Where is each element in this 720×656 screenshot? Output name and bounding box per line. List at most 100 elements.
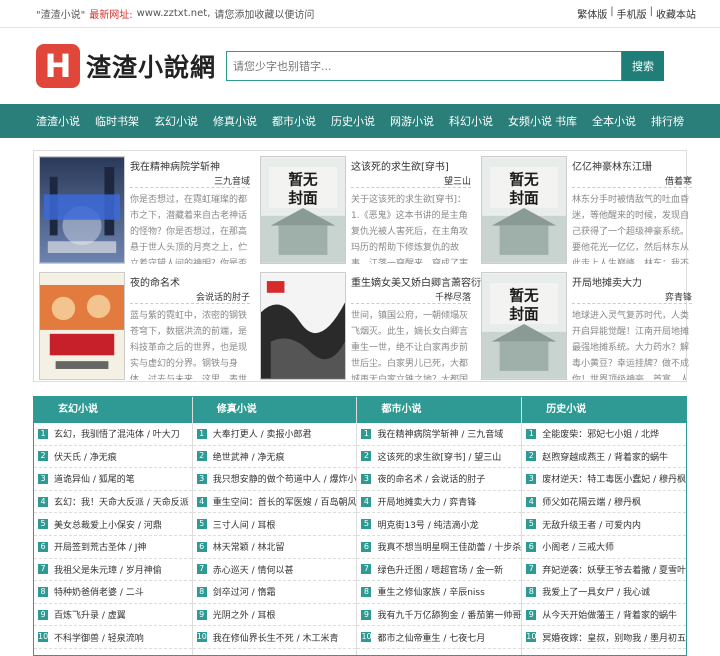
book-link[interactable]: 道诡异仙 / 狐尾的笔 <box>54 472 135 485</box>
list-item[interactable]: 11前世被顶替成不良人 / 天魔 / 八成 <box>357 649 521 655</box>
book-title[interactable]: 我在精神病院学斩神 <box>130 156 250 174</box>
featured-book[interactable]: 暂无 封面 开局地摊卖大力 弈青锋 地球进入灵气复苏时代，人类开启异能觉醒！江南开局地摊… <box>481 272 692 382</box>
book-link[interactable]: 大奉打更人 / 卖报小郎君 <box>213 427 312 440</box>
book-link[interactable]: 赤心巡天 / 情何以甚 <box>213 563 294 576</box>
book-title[interactable]: 开局地摊卖大力 <box>572 272 692 290</box>
book-link[interactable]: 三寸人间 / 耳根 <box>213 518 276 531</box>
book-link[interactable]: 弃妃逆袭：妖孽王爷去着撒 / 夏雪叶 <box>542 563 686 576</box>
list-item[interactable]: 6 林天常颖 / 林北留 <box>192 536 357 559</box>
book-link[interactable]: 夜的命名术 / 会说话的肘子 <box>377 472 485 485</box>
list-item[interactable]: 8 剑卒过河 / 惰霜 <box>192 581 357 604</box>
book-cover[interactable] <box>260 272 346 380</box>
list-item[interactable]: 5 美女总裁爱上小保安 / 河鼎 <box>34 513 192 536</box>
list-item[interactable]: 11怒日之王 / 灰糖 <box>193 649 357 655</box>
book-link[interactable]: 冥婚夜嫁：皇叔，别吻我 / 墨月初五 <box>542 631 686 644</box>
list-item[interactable]: 6 开局签到荒古圣体 / J神 <box>34 536 192 559</box>
book-link[interactable]: 都市之仙帝重生 / 七夜七月 <box>377 631 485 644</box>
nav-xiuzhen[interactable]: 修真小说 <box>213 113 257 129</box>
book-cover[interactable] <box>39 272 125 380</box>
book-title[interactable]: 夜的命名术 <box>130 272 250 290</box>
nav-complete[interactable]: 全本小说 <box>592 113 636 129</box>
list-item[interactable]: 10 不科学御兽 / 轻泉流响 <box>34 626 192 649</box>
list-item[interactable]: 6 小阁老 / 三戒大师 <box>522 536 686 559</box>
list-item[interactable]: 4 玄幻：我！天命大反派 / 天命反派 <box>34 491 192 514</box>
list-item[interactable]: 10 都市之仙帝重生 / 七夜七月 <box>357 626 522 649</box>
book-link[interactable]: 剑卒过河 / 惰霜 <box>213 585 276 598</box>
list-item[interactable]: 9 光阴之外 / 耳根 <box>192 604 357 627</box>
column-heading[interactable]: 修真小说 <box>192 397 357 423</box>
nav-kehuan[interactable]: 科幻小说 <box>449 113 493 129</box>
book-link[interactable]: 我只想安静的做个苟道中人 / 爆炸小 <box>213 472 357 485</box>
search-button[interactable]: 搜索 <box>622 51 665 81</box>
list-item[interactable]: 1 我在精神病院学斩神 / 三九音域 <box>357 423 522 446</box>
list-item[interactable]: 5 三寸人间 / 耳根 <box>192 513 357 536</box>
featured-book[interactable]: 我在精神病院学斩神 三九音域 你是否想过，在霓虹璀璨的都市之下，潜藏着来自古老神话的… <box>39 156 250 266</box>
book-link[interactable]: 光阴之外 / 耳根 <box>213 608 276 621</box>
list-item[interactable]: 9 从今天开始做藩王 / 背着家的蜗牛 <box>522 604 686 627</box>
book-link[interactable]: 开局签到荒古圣体 / J神 <box>54 540 146 553</box>
book-link[interactable]: 玄幻，我驯悟了混沌体 / 叶大刀 <box>54 427 180 440</box>
list-item[interactable]: 4 重生空间：首长的军医嫂 / 百岛朝风 <box>192 491 357 514</box>
mobile-link[interactable]: 手机版 <box>617 6 647 21</box>
book-cover[interactable]: 暂无 封面 <box>481 272 567 380</box>
bookmark-link[interactable]: 收藏本站 <box>656 6 696 21</box>
book-link[interactable]: 从今天开始做藩王 / 背着家的蜗牛 <box>542 608 677 621</box>
book-title[interactable]: 这该死的求生欲[穿书] <box>351 156 471 174</box>
book-title[interactable]: 亿亿神豪林东江珊 <box>572 156 692 174</box>
list-item[interactable]: 8 重生之修仙家族 / 辛辰niss <box>357 581 522 604</box>
book-link[interactable]: 我在精神病院学斩神 / 三九音域 <box>377 427 503 440</box>
book-link[interactable]: 玄幻：我！天命大反派 / 天命反派 <box>54 495 189 508</box>
nav-xuanhuan[interactable]: 玄幻小说 <box>154 113 198 129</box>
list-item[interactable]: 7 我祖父是朱元璋 / 岁月神偷 <box>34 559 192 582</box>
list-item[interactable]: 2 绝世武神 / 净无痕 <box>192 446 357 469</box>
book-link[interactable]: 赵煦穿越成燕王 / 背着家的蜗牛 <box>542 450 668 463</box>
column-heading[interactable]: 历史小说 <box>522 397 686 423</box>
book-link[interactable]: 林天常颖 / 林北留 <box>213 540 285 553</box>
list-item[interactable]: 4 师父如花隔云端 / 穆丹枫 <box>522 491 686 514</box>
list-item[interactable]: 4 开局地摊卖大力 / 弈青锋 <box>357 491 522 514</box>
book-link[interactable]: 百炼飞升录 / 虚翼 <box>54 608 126 621</box>
list-item[interactable]: 3 道诡异仙 / 狐尾的笔 <box>34 468 192 491</box>
nav-lishi[interactable]: 历史小说 <box>331 113 375 129</box>
nav-bookshelf[interactable]: 临时书架 <box>95 113 139 129</box>
book-cover[interactable]: 暂无 封面 <box>260 156 346 264</box>
book-cover[interactable]: 暂无 封面 <box>481 156 567 264</box>
book-link[interactable]: 不科学御兽 / 轻泉流响 <box>54 631 144 644</box>
book-link[interactable]: 绿色升迁图 / 嗯超官场 / 金一新 <box>377 563 503 576</box>
book-link[interactable]: 废材逆天：特工毒医小蠢妃 / 穆丹枫 <box>542 472 686 485</box>
featured-book[interactable]: 暂无 封面 亿亿神豪林东江珊 借着寒 林东分手时被情敌气的吐血昏迷，等他醒来的时候，发现… <box>481 156 692 266</box>
nav-library[interactable]: 书库 <box>555 113 577 129</box>
book-link[interactable]: 无敌升级王者 / 可爱内内 <box>542 518 641 531</box>
book-link[interactable]: 师父如花隔云端 / 穆丹枫 <box>542 495 641 508</box>
nav-ranking[interactable]: 排行榜 <box>651 113 684 129</box>
book-link[interactable]: 我在修仙界长生不死 / 木工米青 <box>213 631 339 644</box>
book-link[interactable]: 我真不想当明星啊王佳劭蕾 / 十步杀 <box>377 540 521 553</box>
book-link[interactable]: 开局地摊卖大力 / 弈青锋 <box>377 495 476 508</box>
book-link[interactable]: 伏天氏 / 净无痕 <box>54 450 117 463</box>
featured-book[interactable]: 重生嫡女美又娇白卿言萧容衍 千桦尽落 世间，镇国公府，一朝倾塌灰飞烟灭。此生，嫡长女… <box>260 272 481 382</box>
list-item[interactable]: 3 夜的命名术 / 会说话的肘子 <box>357 468 522 491</box>
list-item[interactable]: 1 玄幻，我驯悟了混沌体 / 叶大刀 <box>34 423 192 446</box>
book-link[interactable]: 绝世武神 / 净无痕 <box>213 450 285 463</box>
book-link[interactable]: 重生空间：首长的军医嫂 / 百岛朝风 <box>213 495 357 508</box>
book-link[interactable]: 小阁老 / 三戒大师 <box>542 540 614 553</box>
list-item[interactable]: 11当才就在手游本 / 沧浪里 <box>522 649 686 655</box>
column-heading[interactable]: 玄幻小说 <box>34 397 192 423</box>
column-heading[interactable]: 都市小说 <box>357 397 522 423</box>
nav-nvpin[interactable]: 女频小说 <box>508 113 552 129</box>
nav-wangyou[interactable]: 网游小说 <box>390 113 434 129</box>
book-link[interactable]: 全能废柴：邪妃七小姐 / 北烨 <box>542 427 659 440</box>
list-item[interactable]: 8 我爱上了一具女尸 / 我心诚 <box>522 581 686 604</box>
list-item[interactable]: 1 大奉打更人 / 卖报小郎君 <box>192 423 357 446</box>
list-item[interactable]: 1 全能废柴：邪妃七小姐 / 北烨 <box>522 423 686 446</box>
list-item[interactable]: 11天龙剑神 / 叶日飞蝶 <box>34 649 192 655</box>
book-link[interactable]: 这该死的求生欲[穿书] / 望三山 <box>377 450 501 463</box>
featured-book[interactable]: 夜的命名术 会说话的肘子 蓝与紫的霓虹中，浓密的钢铁苍穹下，数据洪流的前端，是科技革… <box>39 272 250 382</box>
list-item[interactable]: 3 废材逆天：特工毒医小蠢妃 / 穆丹枫 <box>522 468 686 491</box>
list-item[interactable]: 3 我只想安静的做个苟道中人 / 爆炸小 <box>192 468 357 491</box>
list-item[interactable]: 7 弃妃逆袭：妖孽王爷去着撒 / 夏雪叶 <box>522 559 686 582</box>
list-item[interactable]: 10 冥婚夜嫁：皇叔，别吻我 / 墨月初五 <box>522 626 686 649</box>
list-item[interactable]: 10 我在修仙界长生不死 / 木工米青 <box>192 626 357 649</box>
book-link[interactable]: 我祖父是朱元璋 / 岁月神偷 <box>54 563 162 576</box>
book-link[interactable]: 我爱上了一具女尸 / 我心诚 <box>542 585 650 598</box>
